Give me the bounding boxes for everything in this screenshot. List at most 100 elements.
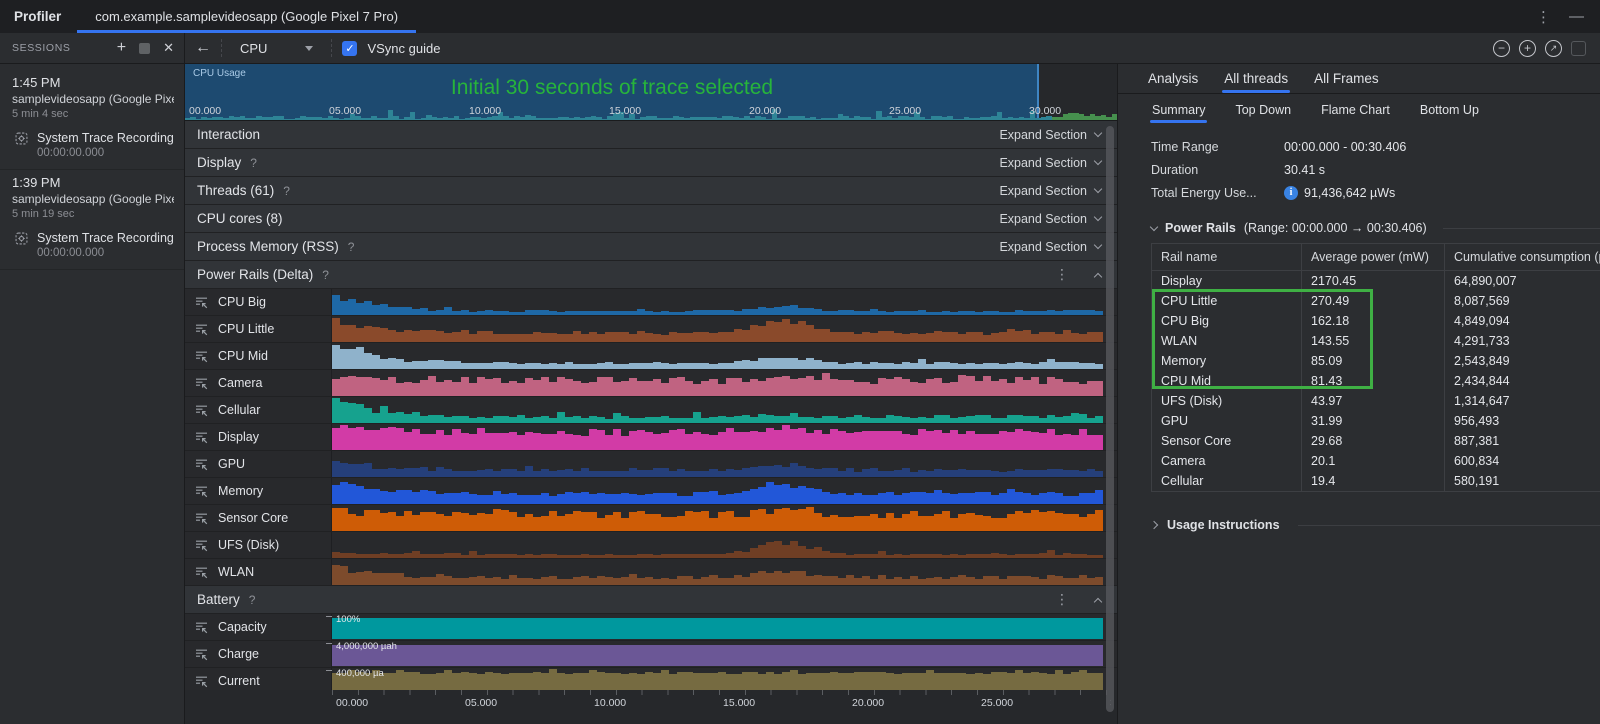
tab-all-frames[interactable]: All Frames (1314, 71, 1379, 93)
section-header-display[interactable]: Display ? Expand Section (185, 149, 1117, 176)
help-icon[interactable]: ? (283, 184, 290, 198)
rail-chart-sensor-core[interactable] (332, 505, 1103, 531)
table-row[interactable]: GPU 31.99 956,493 (1152, 411, 1600, 431)
power-rail-row-wlan[interactable]: WLAN (185, 559, 1117, 585)
power-rail-row-memory[interactable]: Memory (185, 478, 1117, 504)
document-tab[interactable]: com.example.samplevideosapp (Google Pixe… (77, 0, 416, 33)
column-header[interactable]: Rail name (1152, 244, 1302, 270)
cpu-usage-sparkline (185, 104, 1117, 120)
rail-chart-cpu-little[interactable] (332, 316, 1103, 342)
column-header[interactable]: Average power (mW) (1302, 244, 1445, 270)
rail-chart-wlan[interactable] (332, 559, 1103, 585)
session-duration: 5 min 19 sec (12, 208, 75, 220)
stop-recording-icon[interactable] (139, 42, 151, 54)
subtab-bottom-up[interactable]: Bottom Up (1420, 103, 1479, 125)
power-rail-row-cellular[interactable]: Cellular (185, 397, 1117, 423)
power-rail-row-cpu-big[interactable]: CPU Big (185, 289, 1117, 315)
subtab-top-down[interactable]: Top Down (1235, 103, 1291, 125)
section-header-cpu-cores-8[interactable]: CPU cores (8) Expand Section (185, 205, 1117, 232)
rail-chart-gpu[interactable] (332, 451, 1103, 477)
section-header-process-memory-rss[interactable]: Process Memory (RSS) ? Expand Section (185, 233, 1117, 260)
power-rail-row-display[interactable]: Display (185, 424, 1117, 450)
close-session-icon[interactable]: ✕ (163, 40, 174, 56)
table-row[interactable]: Cellular 19.4 580,191 (1152, 471, 1600, 491)
battery-chart-capacity[interactable]: 100% (326, 614, 1103, 640)
minimize-icon[interactable]: — (1569, 8, 1584, 25)
rail-label: Display (218, 430, 259, 444)
power-rails-table-header[interactable]: Power Rails (Range: 00:00.000 → 00:30.40… (1149, 221, 1600, 235)
battery-chart-charge[interactable]: 4,000,000 µah (326, 641, 1103, 667)
table-row[interactable]: Sensor Core 29.68 887,381 (1152, 431, 1600, 451)
rail-chart-camera[interactable] (332, 370, 1103, 396)
power-rail-row-sensor-core[interactable]: Sensor Core (185, 505, 1117, 531)
subtab-flame-chart[interactable]: Flame Chart (1321, 103, 1390, 125)
rail-chart-cellular[interactable] (332, 397, 1103, 423)
session-recording-item[interactable]: System Trace Recording 00:00:00.000 (0, 124, 184, 170)
zoom-to-selection-icon[interactable] (1571, 40, 1586, 56)
subtab-summary[interactable]: Summary (1149, 103, 1208, 125)
help-icon[interactable]: ? (322, 268, 329, 282)
table-row[interactable]: Camera 20.1 600,834 (1152, 451, 1600, 471)
more-options-icon[interactable]: ⋮ (1536, 8, 1551, 26)
table-row[interactable]: UFS (Disk) 43.97 1,314,647 (1152, 391, 1600, 411)
column-header[interactable]: Cumulative consumption (µWs) (1445, 244, 1600, 270)
power-rail-row-ufs-disk[interactable]: UFS (Disk) (185, 532, 1117, 558)
session-item[interactable]: 1:45 PM samplevideosapp (Google Pixel ..… (0, 70, 184, 124)
section-header-threads-61[interactable]: Threads (61) ? Expand Section (185, 177, 1117, 204)
track-options-icon[interactable]: ⋮ (1055, 266, 1069, 283)
vsync-checkbox[interactable]: ✓ (342, 40, 358, 56)
collapse-icon[interactable] (1093, 597, 1103, 606)
table-cell: CPU Big (1152, 311, 1302, 331)
section-header-battery[interactable]: Battery ? ⋮ (185, 586, 1117, 613)
track-pin-icon (196, 405, 208, 416)
power-rail-row-cpu-little[interactable]: CPU Little (185, 316, 1117, 342)
battery-row-current[interactable]: Current 400,000 µa (185, 668, 1117, 690)
track-pin-icon (196, 486, 208, 497)
help-icon[interactable]: ? (249, 593, 256, 607)
battery-chart-current[interactable]: 400,000 µa (326, 668, 1103, 690)
vertical-scrollbar[interactable] (1106, 126, 1114, 712)
zoom-out-icon[interactable]: − (1493, 39, 1510, 57)
table-row[interactable]: CPU Little 270.49 8,087,569 (1152, 291, 1600, 311)
tab-all-threads[interactable]: All threads (1222, 71, 1290, 93)
session-item[interactable]: 1:39 PM samplevideosapp (Google Pixel ..… (0, 170, 184, 224)
table-row[interactable]: WLAN 143.55 4,291,733 (1152, 331, 1600, 351)
tab-analysis[interactable]: Analysis (1148, 71, 1198, 93)
rail-chart-cpu-mid[interactable] (332, 343, 1103, 369)
power-rail-row-gpu[interactable]: GPU (185, 451, 1117, 477)
axis-tick-label: 15.000 (723, 697, 756, 709)
table-cell: 143.55 (1302, 331, 1445, 351)
reset-zoom-icon[interactable]: ↗ (1545, 39, 1562, 57)
battery-row-charge[interactable]: Charge 4,000,000 µah (185, 641, 1117, 667)
back-arrow-icon[interactable]: ← (195, 39, 211, 57)
chevron-down-icon (1093, 156, 1103, 166)
track-options-icon[interactable]: ⋮ (1055, 591, 1069, 608)
table-cell: 81.43 (1302, 371, 1445, 391)
rail-chart-display[interactable] (332, 424, 1103, 450)
rail-chart-memory[interactable] (332, 478, 1103, 504)
rail-chart-ufs-disk[interactable] (332, 532, 1103, 558)
usage-instructions-header[interactable]: Usage Instructions (1149, 518, 1600, 532)
table-row[interactable]: CPU Mid 81.43 2,434,844 (1152, 371, 1600, 391)
info-icon[interactable]: i (1284, 185, 1298, 200)
view-selector-dropdown[interactable]: CPU (232, 39, 321, 58)
collapse-icon[interactable] (1093, 272, 1103, 281)
session-recording-item[interactable]: System Trace Recording 00:00:00.000 (0, 224, 184, 270)
help-icon[interactable]: ? (250, 156, 257, 170)
add-session-icon[interactable]: + (117, 40, 126, 56)
section-header-power-rails[interactable]: Power Rails (Delta) ? ⋮ (185, 261, 1117, 288)
battery-row-capacity[interactable]: Capacity 100% (185, 614, 1117, 640)
table-cell: 887,381 (1454, 434, 1500, 448)
power-rail-row-cpu-mid[interactable]: CPU Mid (185, 343, 1117, 369)
zoom-in-icon[interactable]: + (1519, 39, 1536, 57)
section-header-interaction[interactable]: Interaction Expand Section (185, 121, 1117, 148)
rail-chart-cpu-big[interactable] (332, 289, 1103, 315)
table-row[interactable]: Memory 85.09 2,543,849 (1152, 351, 1600, 371)
rail-label: CPU Little (218, 322, 275, 336)
table-row[interactable]: Display 2170.45 64,890,007 (1152, 271, 1600, 291)
help-icon[interactable]: ? (348, 240, 355, 254)
cpu-usage-timeline[interactable]: CPU Usage Initial 30 seconds of trace se… (185, 64, 1117, 121)
session-name: samplevideosapp (Google Pixel ... (12, 192, 174, 206)
power-rail-row-camera[interactable]: Camera (185, 370, 1117, 396)
table-row[interactable]: CPU Big 162.18 4,849,094 (1152, 311, 1600, 331)
